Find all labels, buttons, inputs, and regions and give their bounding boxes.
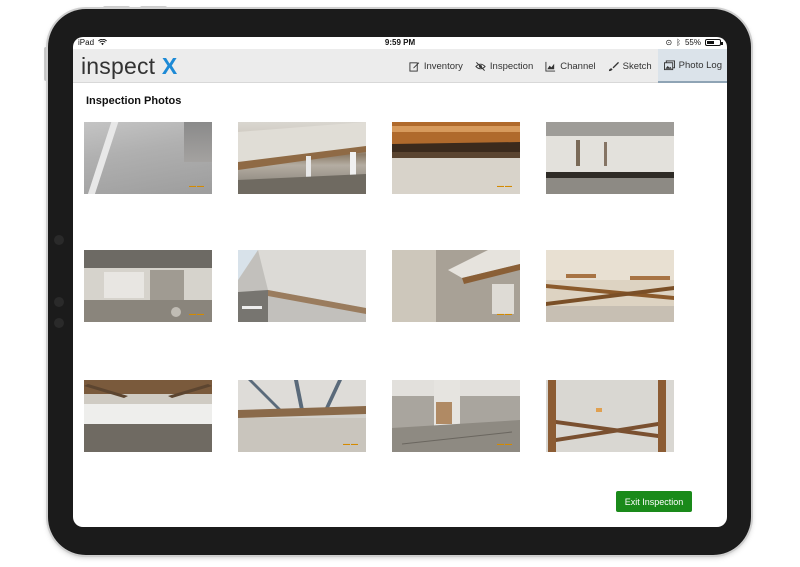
logo-text: inspect <box>81 53 156 79</box>
photo-thumbnail[interactable] <box>546 380 674 452</box>
sensor-dot <box>54 297 64 307</box>
photo-image <box>546 122 674 194</box>
photo-image <box>238 250 366 322</box>
photo-thumbnail[interactable] <box>546 122 674 194</box>
photo-thumbnail[interactable] <box>84 380 212 452</box>
photo-thumbnail[interactable]: ▬▬ ▬▬ <box>392 380 520 452</box>
tab-channel[interactable]: Channel <box>539 49 601 83</box>
tab-channel-label: Channel <box>560 60 596 72</box>
tab-photo-log-label: Photo Log <box>678 59 722 71</box>
logo-accent: X <box>161 53 178 79</box>
photo-date-stamp: ▬▬ ▬▬ <box>497 312 512 316</box>
photo-date-stamp: ▬▬ ▬▬ <box>497 442 512 446</box>
photo-date-stamp: ▬▬ ▬▬ <box>343 442 358 446</box>
photo-thumbnail[interactable]: ▬▬ ▬▬ <box>392 122 520 194</box>
tab-inspection[interactable]: Inspection <box>469 49 539 83</box>
status-bar: iPad 9:59 PM ⊙ ᛒ 55% <box>73 37 727 49</box>
bluetooth-icon: ᛒ <box>676 38 681 47</box>
tab-sketch[interactable]: Sketch <box>602 49 658 83</box>
battery-fill <box>707 41 714 44</box>
photo-thumbnail[interactable]: ▬▬ ▬▬ <box>84 250 212 322</box>
edit-icon <box>409 61 420 72</box>
clock: 9:59 PM <box>384 38 416 47</box>
photo-date-stamp: ▬▬ ▬▬ <box>497 184 512 188</box>
page-title: Inspection Photos <box>86 95 182 107</box>
battery-icon <box>705 39 723 46</box>
tab-inventory[interactable]: Inventory <box>403 49 469 83</box>
photo-thumbnail[interactable]: ▬▬ ▬▬ <box>84 122 212 194</box>
tab-photo-log[interactable]: Photo Log <box>657 49 727 83</box>
camera-dot <box>54 235 64 245</box>
app-logo[interactable]: inspect X <box>81 53 177 80</box>
tab-inspection-label: Inspection <box>489 60 534 72</box>
top-nav-bar: inspect X Inventory Inspection Channel S… <box>73 49 727 83</box>
chart-icon <box>545 61 556 72</box>
sensor-dot-2 <box>54 318 64 328</box>
tab-sketch-label: Sketch <box>622 60 652 72</box>
photo-thumbnail[interactable] <box>238 250 366 322</box>
brush-icon <box>608 61 619 71</box>
photo-thumbnail[interactable]: ▬▬ ▬▬ <box>238 380 366 452</box>
battery-percent: 55% <box>684 38 701 47</box>
eye-off-icon <box>475 61 486 71</box>
photo-image <box>546 380 674 452</box>
photo-image <box>546 250 674 322</box>
tab-inventory-label: Inventory <box>423 60 463 72</box>
photo-image <box>238 122 366 194</box>
orientation-lock-icon: ⊙ <box>665 38 673 47</box>
photo-date-stamp: ▬▬ ▬▬ <box>189 312 204 316</box>
nav-tabs: Inventory Inspection Channel Sketch Phot… <box>403 49 727 83</box>
photos-icon <box>663 59 675 70</box>
photo-image <box>84 380 212 452</box>
exit-inspection-button[interactable]: Exit Inspection <box>616 491 692 512</box>
photo-thumbnail[interactable] <box>546 250 674 322</box>
photo-date-stamp: ▬▬ ▬▬ <box>189 184 204 188</box>
app-screen: iPad 9:59 PM ⊙ ᛒ 55% inspect X Inventory… <box>73 37 727 527</box>
photo-thumbnail[interactable]: ▬▬ ▬▬ <box>392 250 520 322</box>
photo-thumbnail[interactable] <box>238 122 366 194</box>
